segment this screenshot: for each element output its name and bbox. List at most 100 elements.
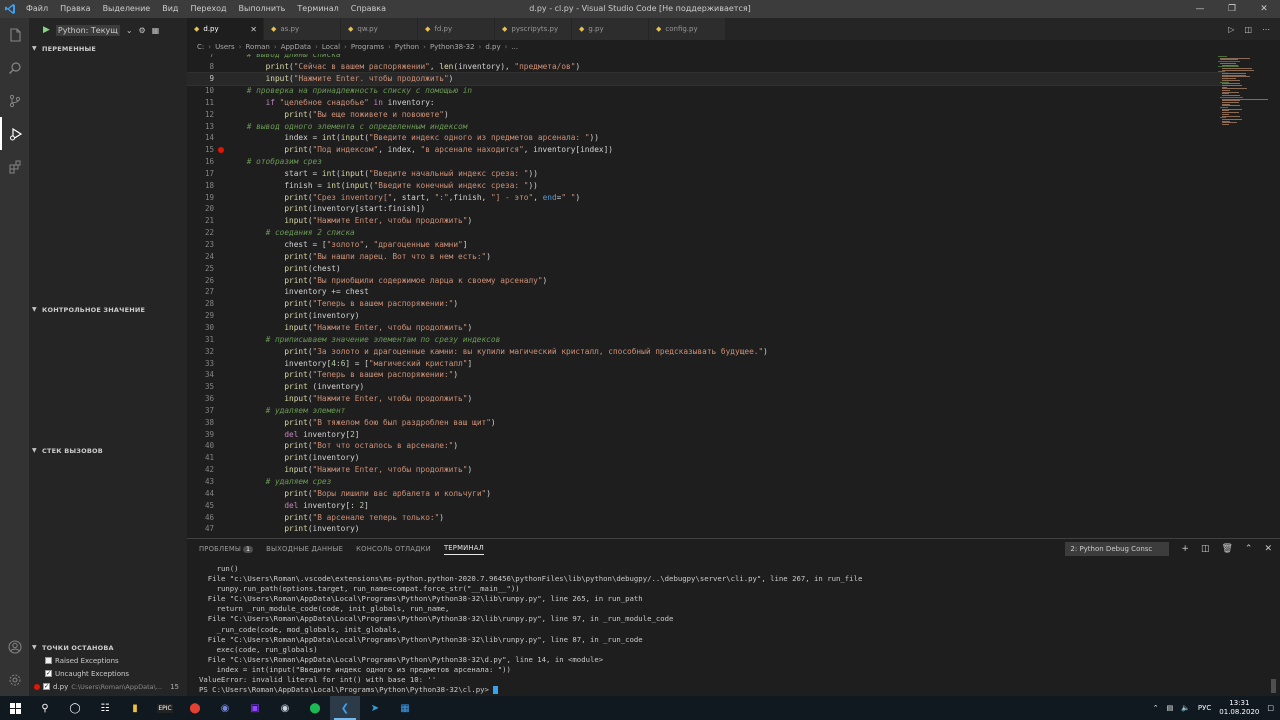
code-line[interactable]: 41 print (inventory) [187,452,1227,464]
code-line[interactable]: 30 input("Нажмите Enter, чтобы продолжит… [187,322,1227,334]
code-line[interactable]: 14 index = int(input("Введите индекс одн… [187,132,1227,144]
explorer-icon[interactable] [0,18,29,51]
breadcrumb-item[interactable]: Programs [351,43,384,51]
tab-problems[interactable]: ПРОБЛЕМЫ 1 [199,545,254,553]
code-line[interactable]: 12 print("Вы еще поживете и повоюете") [187,108,1227,120]
section-watch[interactable]: ▼ КОНТРОЛЬНОЕ ЗНАЧЕНИЕ [29,303,187,316]
terminal-scrollbar[interactable] [1271,679,1276,693]
code-line[interactable]: 27 inventory += chest [187,286,1227,298]
tab-g-py[interactable]: ◆ g.py [572,18,649,40]
extensions-icon[interactable] [0,150,29,183]
code-line[interactable]: 23 chest = ["золото", "драгоценные камни… [187,239,1227,251]
tab-output[interactable]: ВЫХОДНЫЕ ДАННЫЕ [266,545,343,553]
code-line[interactable]: 40 print("Вот что осталось в арсенале:") [187,440,1227,452]
menu-item[interactable]: Вид [156,0,184,18]
code-line[interactable]: 35 print (inventory) [187,381,1227,393]
code-line[interactable]: 34 print("Теперь в вашем распоряжении:") [187,369,1227,381]
tab-d-py[interactable]: ◆ d.py ✕ [187,18,264,40]
maximize-panel-icon[interactable]: ⌃ [1245,544,1253,554]
tab-terminal[interactable]: ТЕРМИНАЛ [443,544,484,555]
checkbox[interactable]: ✓ [43,683,50,690]
source-control-icon[interactable] [0,84,29,117]
tab-fd-py[interactable]: ◆ fd.py [418,18,495,40]
clock[interactable]: 13:31 01.08.2020 [1219,699,1259,717]
debug-config-select[interactable]: Python: Текущ [55,24,120,36]
code-line[interactable]: 29 print (inventory) [187,310,1227,322]
code-line[interactable]: 22 # соедания 2 списка [187,227,1227,239]
code-line[interactable]: 13 # вывод одного элемента с определенны… [187,120,1227,132]
menu-item[interactable]: Выполнить [233,0,292,18]
code-line[interactable]: 47 print (inventory) [187,523,1227,535]
code-line[interactable]: 16 # отобразим срез [187,156,1227,168]
breadcrumb-item[interactable]: Local [322,43,340,51]
code-line[interactable]: 45 del inventory[: 2] [187,499,1227,511]
cortana-icon[interactable]: ◯ [60,696,90,720]
code-line[interactable]: 10 # проверка на принадлежность списку с… [187,85,1227,97]
checkbox[interactable] [45,657,52,664]
section-callstack[interactable]: ▼ СТЕК ВЫЗОВОВ [29,444,187,457]
discord-icon[interactable]: ◉ [210,696,240,720]
tab-config-py[interactable]: ◆ config.py [649,18,726,40]
trash-icon[interactable]: 🗑 [1221,544,1232,554]
breakpoint-file-item[interactable]: ✓ d.py C:\Users\Roman\AppData\... 15 [29,680,187,693]
search-icon[interactable] [0,51,29,84]
close-panel-icon[interactable]: ✕ [1264,544,1272,554]
steam-icon[interactable]: ◉ [270,696,300,720]
run-file-icon[interactable]: ▷ [1228,25,1234,34]
breadcrumb-item[interactable]: ... [511,43,518,51]
breadcrumb-item[interactable]: Users [215,43,235,51]
code-line[interactable]: 36 input("Нажмите Enter, чтобы продолжит… [187,393,1227,405]
search-icon[interactable]: ⚲ [30,696,60,720]
chrome-icon[interactable]: ⬤ [180,696,210,720]
vscode-taskbar-icon[interactable]: ❮ [330,696,360,720]
windows-start-icon[interactable] [0,696,30,720]
breadcrumb-item[interactable]: C: [197,43,204,51]
code-line[interactable]: 15 print("Под индексом", index, "в арсен… [187,144,1227,156]
breakpoint-dot-icon[interactable] [218,146,224,153]
minimize-icon[interactable]: — [1184,0,1216,18]
menu-item[interactable]: Файл [20,0,54,18]
console-icon[interactable]: ▦ [152,26,160,35]
code-line[interactable]: 33 inventory[4:6] = ["магический кристал… [187,357,1227,369]
code-line[interactable]: 37 # удаляем элемент [187,405,1227,417]
account-icon[interactable] [0,630,29,663]
breadcrumb-item[interactable]: Roman [245,43,269,51]
code-line[interactable]: 8 print("Сейчас в вашем распоряжении", l… [187,61,1227,73]
minimap[interactable] [1212,54,1280,538]
network-icon[interactable]: ▤ [1167,704,1174,712]
code-line[interactable]: 18 finish = int(input("Введите конечный … [187,179,1227,191]
checkbox[interactable]: ✓ [45,670,52,677]
menu-item[interactable]: Правка [54,0,96,18]
terminal-output[interactable]: run() File "c:\Users\Roman\.vscode\exten… [199,564,862,695]
chevron-up-icon[interactable]: ⌃ [1153,704,1159,712]
new-terminal-icon[interactable]: + [1181,544,1189,554]
spotify-icon[interactable]: ⬤ [300,696,330,720]
notepad-icon[interactable]: ▦ [390,696,420,720]
section-variables[interactable]: ▼ ПЕРЕМЕННЫЕ [29,42,187,55]
code-line[interactable]: 39 del inventory[2] [187,428,1227,440]
epic-games-icon[interactable]: EPIC [150,696,180,720]
code-line[interactable]: 42 input("Нажмите Enter, чтобы продолжит… [187,464,1227,476]
code-line[interactable]: 46 print("В арсенале теперь только:") [187,511,1227,523]
gutter[interactable] [214,146,228,153]
code-line[interactable]: 9 input("Нажмите Enter. чтобы продолжить… [187,71,1228,86]
code-line[interactable]: 44 print("Воры лишили вас арбалета и кол… [187,487,1227,499]
code-line[interactable]: 28 print("Теперь в вашем распоряжении:") [187,298,1227,310]
breakpoint-uncaught-exceptions[interactable]: ✓ Uncaught Exceptions [29,667,187,680]
code-line[interactable]: 7 # вывод длины списка [187,54,1227,61]
twitch-icon[interactable]: ▣ [240,696,270,720]
split-terminal-icon[interactable]: ◫ [1201,544,1210,554]
close-icon[interactable]: ✕ [1248,0,1280,18]
code-editor[interactable]: 7 # вывод длины списка 8 print("Сейчас в … [187,54,1280,538]
task-view-icon[interactable]: ☷ [90,696,120,720]
notifications-icon[interactable]: □ [1267,704,1274,712]
language-indicator[interactable]: РУС [1198,704,1211,712]
code-line[interactable]: 11 if "целебное снадобье" in inventory: [187,96,1227,108]
menu-item[interactable]: Переход [184,0,232,18]
chevron-down-icon[interactable]: ⌄ [126,26,133,35]
speaker-icon[interactable]: 🔈 [1181,704,1190,712]
code-line[interactable]: 38 print("В тяжелом бою был раздроблен в… [187,416,1227,428]
run-debug-icon[interactable] [0,117,29,150]
menu-item[interactable]: Терминал [291,0,344,18]
more-actions-icon[interactable]: ⋯ [1262,25,1270,34]
